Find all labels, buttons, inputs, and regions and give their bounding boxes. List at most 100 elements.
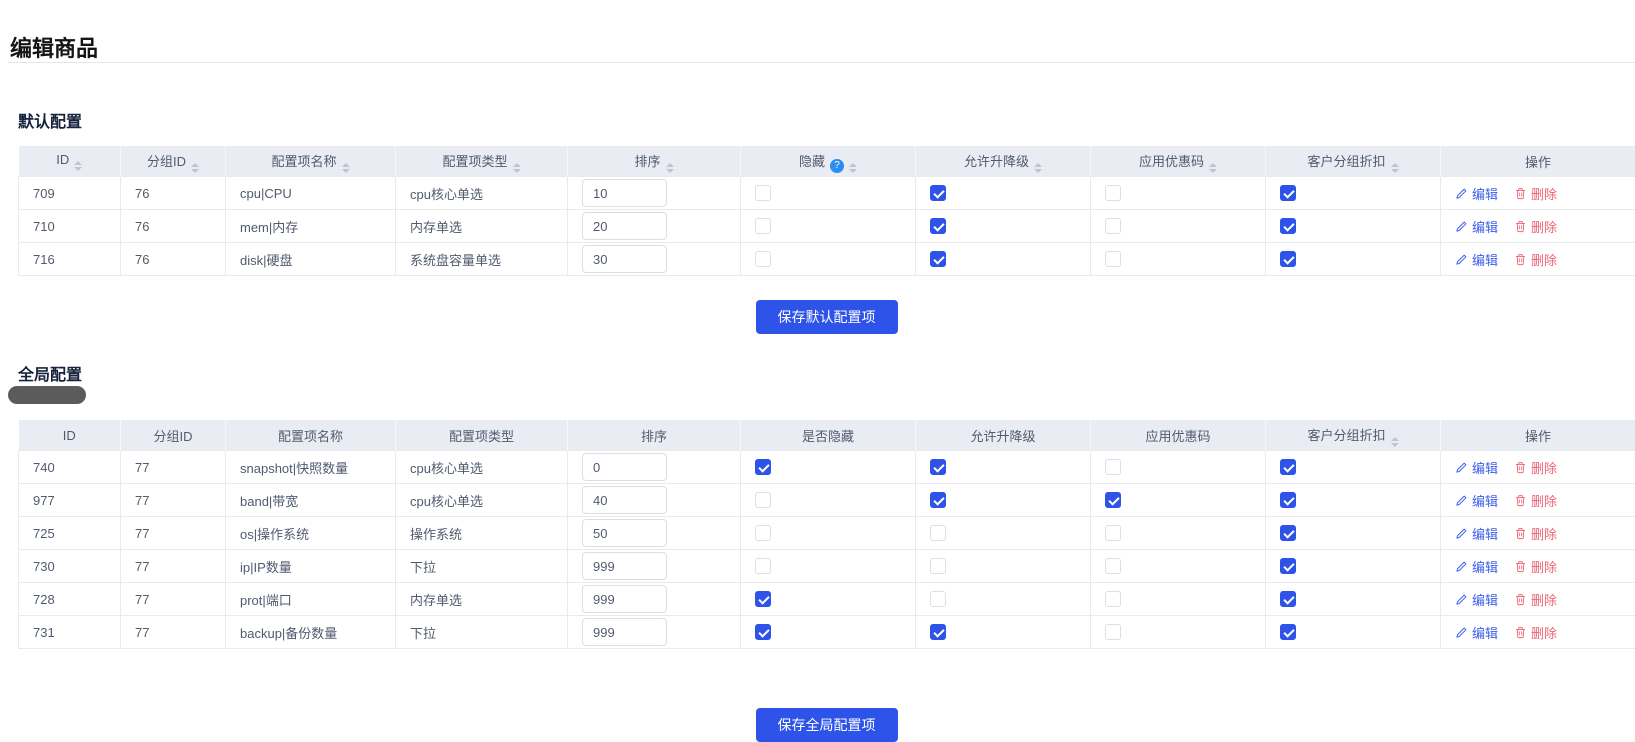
delete-label: 删除 <box>1531 458 1557 477</box>
column-label: 配置项名称 <box>271 154 336 169</box>
checkbox-promo-code[interactable] <box>1105 218 1121 234</box>
sort-input[interactable] <box>582 212 667 240</box>
checkbox-promo-code[interactable] <box>1105 459 1121 475</box>
edit-button[interactable]: 编辑 <box>1455 524 1498 543</box>
help-icon[interactable] <box>830 159 844 173</box>
checkbox-group-discount[interactable] <box>1280 624 1296 640</box>
cell-actions: 编辑删除 <box>1441 484 1635 517</box>
delete-icon <box>1514 461 1527 474</box>
delete-button[interactable]: 删除 <box>1514 217 1557 236</box>
checkbox-promo-code[interactable] <box>1105 591 1121 607</box>
checkbox-hidden[interactable] <box>755 251 771 267</box>
sort-caret-icon[interactable] <box>513 163 521 173</box>
sort-caret-icon[interactable] <box>74 161 82 171</box>
checkbox-allow-upgrade[interactable] <box>930 624 946 640</box>
cell-allow-upgrade <box>916 550 1091 583</box>
column-header-group-discount[interactable]: 客户分组折扣 <box>1266 147 1441 177</box>
column-header-group-discount[interactable]: 客户分组折扣 <box>1266 421 1441 451</box>
title-divider <box>8 62 1635 63</box>
edit-label: 编辑 <box>1472 557 1498 576</box>
column-header-sort[interactable]: 排序 <box>568 147 741 177</box>
delete-button[interactable]: 删除 <box>1514 491 1557 510</box>
checkbox-promo-code[interactable] <box>1105 492 1121 508</box>
cell-promo-code <box>1091 616 1266 649</box>
checkbox-group-discount[interactable] <box>1280 251 1296 267</box>
delete-button[interactable]: 删除 <box>1514 184 1557 203</box>
delete-button[interactable]: 删除 <box>1514 557 1557 576</box>
column-header-hidden[interactable]: 隐藏 <box>741 147 916 177</box>
checkbox-allow-upgrade[interactable] <box>930 459 946 475</box>
checkbox-hidden[interactable] <box>755 591 771 607</box>
sort-caret-icon[interactable] <box>849 163 857 173</box>
save-global-config-button[interactable]: 保存全局配置项 <box>756 708 898 742</box>
delete-button[interactable]: 删除 <box>1514 458 1557 477</box>
edit-button[interactable]: 编辑 <box>1455 491 1498 510</box>
checkbox-hidden[interactable] <box>755 459 771 475</box>
default-config-table-container: ID分组ID配置项名称配置项类型排序隐藏允许升降级应用优惠码客户分组折扣操作70… <box>18 146 1635 276</box>
sort-caret-icon[interactable] <box>342 163 350 173</box>
delete-button[interactable]: 删除 <box>1514 250 1557 269</box>
checkbox-allow-upgrade[interactable] <box>930 492 946 508</box>
column-label: 客户分组折扣 <box>1307 428 1385 443</box>
checkbox-allow-upgrade[interactable] <box>930 185 946 201</box>
edit-button[interactable]: 编辑 <box>1455 250 1498 269</box>
sort-caret-icon[interactable] <box>1209 163 1217 173</box>
delete-button[interactable]: 删除 <box>1514 623 1557 642</box>
checkbox-group-discount[interactable] <box>1280 558 1296 574</box>
column-header-group_id[interactable]: 分组ID <box>121 147 226 177</box>
column-header-name[interactable]: 配置项名称 <box>226 147 396 177</box>
sort-caret-icon[interactable] <box>191 163 199 173</box>
checkbox-promo-code[interactable] <box>1105 624 1121 640</box>
column-header-id[interactable]: ID <box>19 147 121 177</box>
checkbox-group-discount[interactable] <box>1280 492 1296 508</box>
sort-input[interactable] <box>582 519 667 547</box>
cell-group-discount <box>1266 243 1441 276</box>
sort-caret-icon[interactable] <box>1391 163 1399 173</box>
checkbox-allow-upgrade[interactable] <box>930 218 946 234</box>
sort-input[interactable] <box>582 453 667 481</box>
checkbox-hidden[interactable] <box>755 558 771 574</box>
checkbox-hidden[interactable] <box>755 624 771 640</box>
checkbox-group-discount[interactable] <box>1280 459 1296 475</box>
delete-button[interactable]: 删除 <box>1514 590 1557 609</box>
sort-input[interactable] <box>582 552 667 580</box>
column-header-allow-upgrade[interactable]: 允许升降级 <box>916 147 1091 177</box>
column-header-promo-code[interactable]: 应用优惠码 <box>1091 147 1266 177</box>
sort-caret-icon[interactable] <box>1034 163 1042 173</box>
checkbox-promo-code[interactable] <box>1105 185 1121 201</box>
checkbox-allow-upgrade[interactable] <box>930 591 946 607</box>
checkbox-allow-upgrade[interactable] <box>930 558 946 574</box>
checkbox-group-discount[interactable] <box>1280 591 1296 607</box>
checkbox-promo-code[interactable] <box>1105 525 1121 541</box>
column-label: 隐藏 <box>799 154 825 169</box>
sort-caret-icon[interactable] <box>666 163 674 173</box>
checkbox-group-discount[interactable] <box>1280 185 1296 201</box>
cell-actions: 编辑删除 <box>1441 616 1635 649</box>
edit-button[interactable]: 编辑 <box>1455 623 1498 642</box>
checkbox-hidden[interactable] <box>755 492 771 508</box>
edit-button[interactable]: 编辑 <box>1455 458 1498 477</box>
checkbox-promo-code[interactable] <box>1105 558 1121 574</box>
edit-button[interactable]: 编辑 <box>1455 217 1498 236</box>
checkbox-hidden[interactable] <box>755 185 771 201</box>
checkbox-hidden[interactable] <box>755 218 771 234</box>
sort-input[interactable] <box>582 179 667 207</box>
edit-button[interactable]: 编辑 <box>1455 184 1498 203</box>
edit-button[interactable]: 编辑 <box>1455 590 1498 609</box>
checkbox-group-discount[interactable] <box>1280 218 1296 234</box>
save-default-config-button[interactable]: 保存默认配置项 <box>756 300 898 334</box>
sort-caret-icon[interactable] <box>1391 437 1399 447</box>
checkbox-promo-code[interactable] <box>1105 251 1121 267</box>
sort-input[interactable] <box>582 245 667 273</box>
delete-button[interactable]: 删除 <box>1514 524 1557 543</box>
sort-input[interactable] <box>582 486 667 514</box>
column-header-type[interactable]: 配置项类型 <box>396 147 568 177</box>
sort-input[interactable] <box>582 618 667 646</box>
checkbox-allow-upgrade[interactable] <box>930 251 946 267</box>
checkbox-group-discount[interactable] <box>1280 525 1296 541</box>
checkbox-allow-upgrade[interactable] <box>930 525 946 541</box>
section-title-default-config: 默认配置 <box>18 108 82 132</box>
sort-input[interactable] <box>582 585 667 613</box>
checkbox-hidden[interactable] <box>755 525 771 541</box>
edit-button[interactable]: 编辑 <box>1455 557 1498 576</box>
